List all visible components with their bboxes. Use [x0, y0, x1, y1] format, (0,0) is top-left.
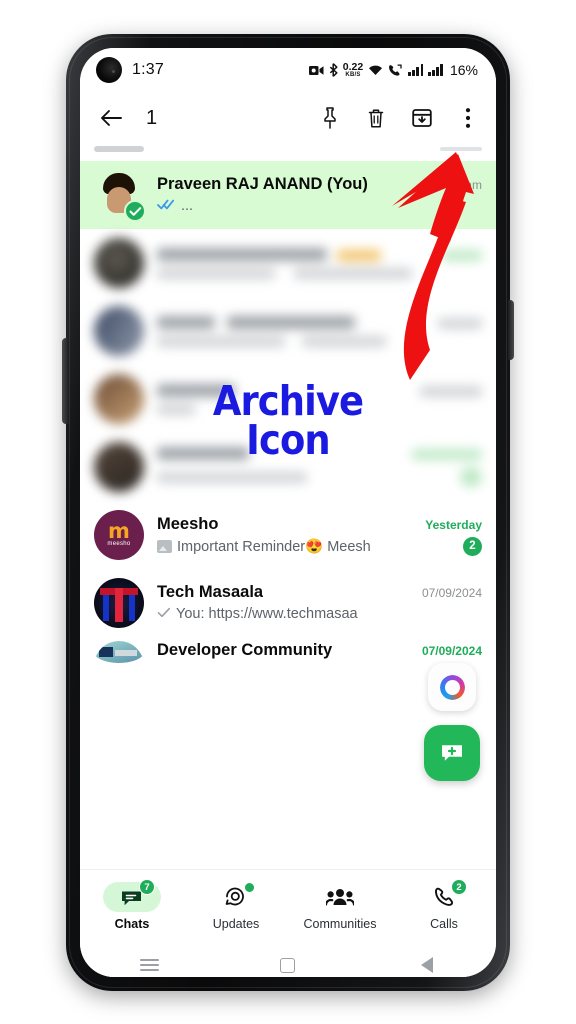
avatar[interactable]	[94, 641, 144, 663]
new-chat-fab-button[interactable]	[424, 725, 480, 781]
avatar[interactable]	[94, 374, 144, 424]
avatar[interactable]	[94, 306, 144, 356]
selected-count-label: 1	[146, 106, 158, 129]
copilot-ring-icon	[439, 674, 465, 700]
nav-label-chats: Chats	[114, 917, 150, 931]
back-arrow-icon[interactable]	[94, 101, 128, 135]
data-rate-unit: KB/S	[345, 72, 361, 79]
row-meta: Praveen RAJ ANAND (You) am ...	[157, 175, 482, 215]
chat-time: am	[465, 178, 482, 192]
nav-label-updates: Updates	[212, 917, 260, 931]
avatar[interactable]: m meesho	[94, 510, 144, 560]
screenshot-root: 1:37 0.22 KB/S 16% 1 Praveen RAJ ANAND (…	[0, 0, 576, 1024]
back-icon[interactable]	[405, 950, 449, 977]
updates-status-icon	[207, 882, 265, 912]
avatar[interactable]	[94, 578, 144, 628]
table-row[interactable]: Praveen RAJ ANAND (You) am ...	[80, 161, 496, 229]
phone-side-button-left[interactable]	[62, 338, 69, 424]
table-row[interactable]: m meesho Meesho Yesterday Important Remi…	[80, 501, 496, 569]
data-rate-icon: 0.22 KB/S	[343, 62, 363, 79]
chats-unread-badge: 7	[139, 879, 155, 895]
battery-percent-label: 16%	[449, 62, 478, 78]
avatar[interactable]	[94, 170, 146, 222]
chat-list[interactable]: Praveen RAJ ANAND (You) am ... m meesho …	[80, 144, 496, 869]
data-rate-value: 0.22	[342, 60, 364, 73]
unread-badge: 2	[463, 536, 482, 556]
chat-name: Tech Masaala	[157, 583, 264, 601]
status-bar-icons: 0.22 KB/S 16%	[308, 62, 478, 79]
selection-toolbar: 1	[80, 92, 496, 144]
chat-time: Yesterday	[425, 517, 482, 532]
signal-bars-sim1-icon	[408, 64, 424, 76]
nav-label-communities: Communities	[303, 917, 377, 931]
nav-label-calls: Calls	[430, 917, 458, 931]
toolbar-actions	[316, 104, 482, 132]
pin-icon[interactable]	[316, 104, 344, 132]
nav-item-calls[interactable]: 2 Calls	[399, 879, 489, 931]
archive-icon[interactable]	[408, 104, 436, 132]
chat-name: Developer Community	[157, 641, 333, 659]
wifi-icon	[368, 64, 383, 76]
table-row[interactable]	[80, 433, 496, 501]
chat-name: Praveen RAJ ANAND (You)	[157, 175, 368, 193]
calls-unread-badge: 2	[451, 879, 467, 895]
table-row[interactable]: Tech Masaala 07/09/2024 You: https://www…	[80, 569, 496, 637]
overflow-menu-icon[interactable]	[454, 104, 482, 132]
nav-item-updates[interactable]: Updates	[191, 882, 281, 931]
phone-screen: 1:37 0.22 KB/S 16% 1 Praveen RAJ ANAND (…	[80, 48, 496, 977]
chat-preview: You: https://www.techmasaa	[176, 606, 358, 622]
status-bar-time: 1:37	[132, 61, 164, 78]
list-item[interactable]	[80, 144, 496, 161]
calls-icon: 2	[415, 879, 473, 912]
image-attachment-icon	[157, 539, 172, 553]
copilot-assistant-button[interactable]	[428, 663, 476, 711]
sent-receipt-single-check-icon	[157, 605, 171, 623]
chat-time: 07/09/2024	[421, 644, 482, 658]
table-row[interactable]	[80, 365, 496, 433]
camera-icon	[308, 65, 324, 76]
chat-preview: ...	[181, 198, 194, 214]
avatar[interactable]	[94, 238, 144, 288]
status-bar: 1:37 0.22 KB/S 16%	[80, 48, 496, 92]
recents-icon[interactable]	[127, 950, 171, 977]
signal-bars-sim2-icon	[428, 64, 443, 76]
read-receipt-double-check-icon	[157, 197, 176, 215]
chat-name: Meesho	[157, 514, 219, 533]
call-forward-icon	[388, 64, 403, 76]
avatar[interactable]	[94, 442, 144, 492]
phone-side-button-right[interactable]	[508, 300, 514, 360]
chat-time: 07/09/2024	[421, 586, 482, 600]
android-navigation-bar	[80, 943, 496, 977]
nav-item-chats[interactable]: 7 Chats	[87, 879, 177, 931]
trash-icon[interactable]	[362, 104, 390, 132]
bluetooth-icon	[329, 63, 338, 77]
front-camera-punch-hole	[96, 57, 122, 83]
updates-status-dot	[244, 882, 255, 893]
new-chat-icon	[442, 745, 462, 761]
chat-preview: Important Reminder😍 Meesh	[177, 538, 371, 555]
communities-icon	[311, 882, 369, 912]
chats-icon: 7	[103, 879, 161, 912]
table-row[interactable]	[80, 297, 496, 365]
nav-item-communities[interactable]: Communities	[295, 882, 385, 931]
selection-check-icon	[124, 200, 146, 222]
home-icon[interactable]	[266, 950, 310, 977]
bottom-navigation: 7 Chats Updates Communities 2 Calls	[80, 869, 496, 943]
table-row[interactable]	[80, 229, 496, 297]
